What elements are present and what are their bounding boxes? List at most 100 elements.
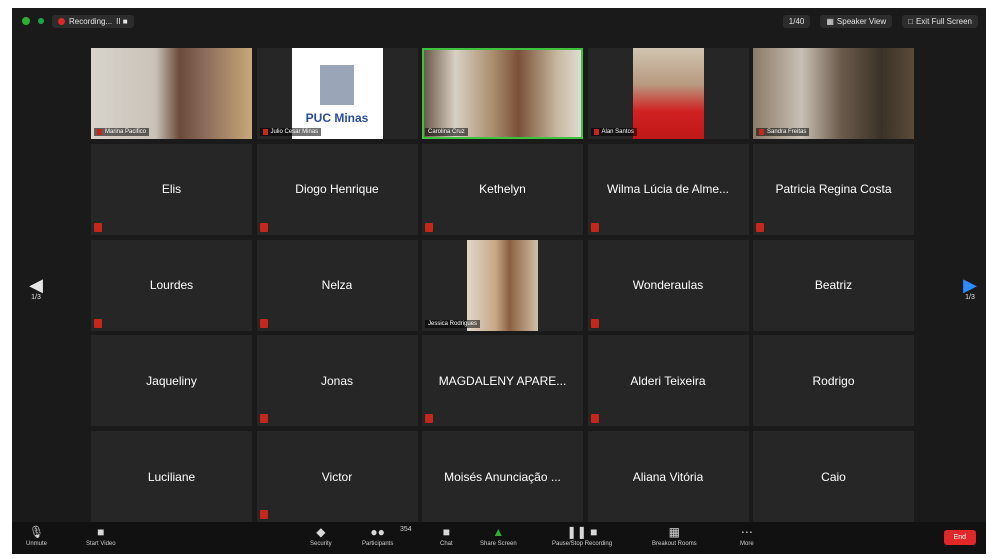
participant-name: Diogo Henrique: [295, 182, 379, 197]
participant-tile[interactable]: Patricia Regina Costa: [753, 143, 914, 235]
muted-mic-icon: [259, 222, 268, 232]
share-screen-icon: ▲: [492, 525, 505, 539]
university-crest-icon: [320, 65, 354, 105]
chat-label: Chat: [440, 541, 453, 547]
participant-tile[interactable]: Nelza: [256, 239, 418, 331]
start-video-button[interactable]: ■ Start Video: [86, 525, 116, 547]
microphone-muted-icon: 🎙: [28, 525, 45, 539]
participant-caption: Jessica Rodrigues: [425, 319, 481, 328]
unmute-label: Unmute: [26, 541, 48, 547]
muted-mic-icon: [590, 414, 599, 424]
participant-caption: Marina Pacifico: [94, 128, 150, 136]
participant-tile[interactable]: Alderi Teixeira: [587, 335, 749, 427]
gallery-grid: Marina Pacifico PUC Minas Julio Cesar Mi…: [91, 48, 914, 522]
video-feed: [424, 50, 581, 137]
participants-icon: ●●: [370, 525, 385, 539]
more-button[interactable]: ⋯ More: [740, 525, 754, 547]
participant-tile[interactable]: Aliana Vitória: [587, 431, 749, 522]
participant-tile[interactable]: MAGDALENY APARE...: [422, 335, 583, 427]
participant-tile[interactable]: PUC Minas Julio Cesar Minas: [256, 48, 418, 139]
participant-name: Elis: [161, 182, 182, 197]
start-video-label: Start Video: [86, 541, 116, 547]
participant-name: Patricia Regina Costa: [775, 182, 892, 197]
participant-name: Marina Pacifico: [105, 129, 147, 135]
participant-name: Jonas: [320, 373, 354, 388]
previous-page-button[interactable]: ◀ 1/3: [26, 276, 46, 301]
video-feed: PUC Minas: [291, 48, 383, 139]
participant-name: Lourdes: [149, 278, 194, 292]
exit-full-screen-button[interactable]: □ Exit Full Screen: [902, 14, 978, 28]
muted-mic-icon: [590, 222, 599, 232]
participant-name: Rodrigo: [812, 373, 855, 388]
share-screen-button[interactable]: ▲ Share Screen: [480, 525, 517, 547]
participant-tile[interactable]: Caio: [753, 431, 914, 522]
participant-name: Beatriz: [814, 278, 853, 292]
page-indicator: 1/40: [782, 14, 811, 28]
more-label: More: [740, 541, 754, 547]
participant-tile[interactable]: Marina Pacifico: [91, 48, 252, 139]
breakout-rooms-icon: ▦: [668, 525, 681, 539]
participant-tile[interactable]: Victor: [256, 431, 418, 522]
logo-text: PUC Minas: [305, 111, 369, 125]
participant-tile[interactable]: Jessica Rodrigues: [422, 239, 583, 331]
page-right-label: 1/3: [965, 294, 975, 301]
participant-tile[interactable]: Wilma Lúcia de Alme...: [587, 143, 749, 235]
participant-caption: Carolina Cruz: [425, 128, 468, 136]
chat-bubble-icon: ■: [442, 525, 450, 539]
participant-name: Moisés Anunciação ...: [444, 469, 561, 484]
participants-button[interactable]: ●● Participants: [362, 525, 393, 547]
record-label: Pause/Stop Recording: [552, 541, 613, 547]
exit-full-screen-label: Exit Full Screen: [915, 16, 972, 26]
participant-tile[interactable]: Jonas: [256, 335, 418, 427]
participant-tile[interactable]: Elis: [91, 143, 252, 235]
participant-name: Jaqueliny: [146, 373, 197, 388]
participant-tile[interactable]: Kethelyn: [422, 143, 583, 235]
meeting-toolbar: 🎙 Unmute ■ Start Video ◆ Security ●● Par…: [12, 522, 986, 554]
security-shield-icon[interactable]: [22, 17, 30, 25]
muted-mic-icon: [259, 318, 268, 328]
participant-tile[interactable]: Sandra Freitas: [753, 48, 914, 139]
chat-button[interactable]: ■ Chat: [440, 525, 453, 547]
participant-tile[interactable]: Wonderaulas: [587, 239, 749, 331]
next-page-button[interactable]: ▶ 1/3: [960, 276, 980, 301]
speaker-view-label: Speaker View: [836, 16, 887, 26]
participant-tile[interactable]: Moisés Anunciação ...: [422, 431, 583, 522]
participant-name: MAGDALENY APARE...: [438, 373, 567, 388]
participant-name: Aliana Vitória: [632, 469, 704, 484]
participant-name: Wilma Lúcia de Alme...: [606, 182, 730, 197]
video-feed: [753, 48, 914, 139]
breakout-rooms-button[interactable]: ▦ Breakout Rooms: [652, 525, 697, 547]
participant-tile[interactable]: Jaqueliny: [91, 335, 252, 427]
participant-name: Julio Cesar Minas: [270, 129, 319, 135]
participant-name: Caio: [821, 469, 846, 484]
video-feed: [91, 48, 252, 139]
participant-tile[interactable]: Diogo Henrique: [256, 143, 418, 235]
participant-tile[interactable]: Beatriz: [753, 239, 914, 331]
video-camera-off-icon: ■: [97, 525, 105, 539]
record-dot-icon: [58, 17, 65, 25]
speaker-view-button[interactable]: ▦ Speaker View: [820, 14, 893, 28]
record-button[interactable]: ❚❚ ■ Pause/Stop Recording: [552, 525, 612, 547]
participant-tile-active-speaker[interactable]: Carolina Cruz: [422, 48, 583, 139]
recording-controls[interactable]: II ■: [116, 17, 128, 26]
muted-mic-icon: [94, 222, 102, 232]
participant-tile[interactable]: Lourdes: [91, 239, 252, 331]
muted-mic-icon: [259, 510, 268, 519]
participants-count: 354: [400, 526, 412, 533]
participant-tile[interactable]: Luciliane: [91, 431, 252, 522]
participant-caption: Julio Cesar Minas: [259, 128, 322, 136]
participant-name: Kethelyn: [479, 182, 526, 197]
unmute-button[interactable]: 🎙 Unmute: [26, 525, 47, 547]
participant-tile[interactable]: Alan Santos: [587, 48, 749, 139]
muted-mic-icon: [590, 318, 599, 328]
participant-name: Alderi Teixeira: [630, 373, 706, 388]
participant-tile[interactable]: Rodrigo: [753, 335, 914, 427]
recording-indicator[interactable]: Recording... II ■: [52, 14, 134, 28]
end-meeting-button[interactable]: End: [943, 530, 976, 545]
chevron-left-icon: ◀: [29, 275, 43, 295]
muted-mic-icon: [425, 222, 433, 232]
zoom-window: Recording... II ■ 1/40 ▦ Speaker View □ …: [12, 8, 986, 554]
security-button[interactable]: ◆ Security: [310, 525, 332, 547]
pause-stop-icon: ❚❚ ■: [566, 525, 598, 539]
top-bar: Recording... II ■ 1/40 ▦ Speaker View □ …: [12, 8, 986, 34]
